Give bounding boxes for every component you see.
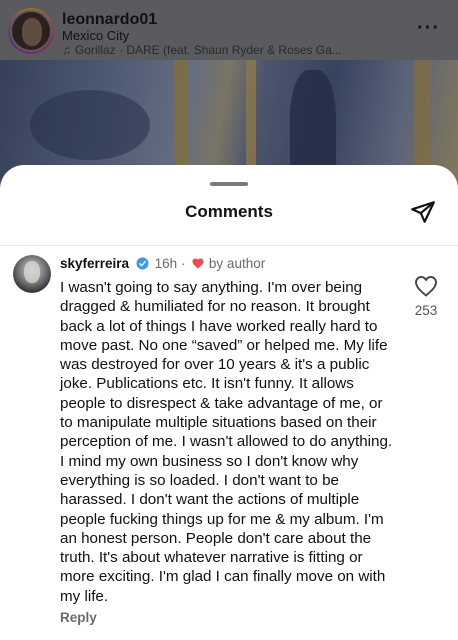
comment-username[interactable]: skyferreira [60,256,129,271]
comment-time: 16h [154,256,178,271]
sheet-divider [0,245,458,246]
like-heart-icon[interactable] [414,275,438,297]
comments-sheet: Comments skyferreira 16h · by author I w… [0,165,458,640]
verified-badge-icon [136,257,149,270]
send-paper-plane-icon[interactable] [410,199,436,225]
comment-text: I wasn't going to say anything. I'm over… [60,279,393,605]
reply-button[interactable]: Reply [60,610,97,625]
liked-by-author-label: by author [208,256,266,271]
sheet-drag-handle[interactable] [210,182,248,186]
comment-meta: skyferreira 16h · by author [60,256,265,272]
author-liked-heart-icon [192,258,204,269]
meta-separator: · [180,256,186,271]
like-count: 253 [414,303,438,318]
sheet-title: Comments [185,202,273,221]
comment-author-avatar[interactable] [13,255,51,293]
